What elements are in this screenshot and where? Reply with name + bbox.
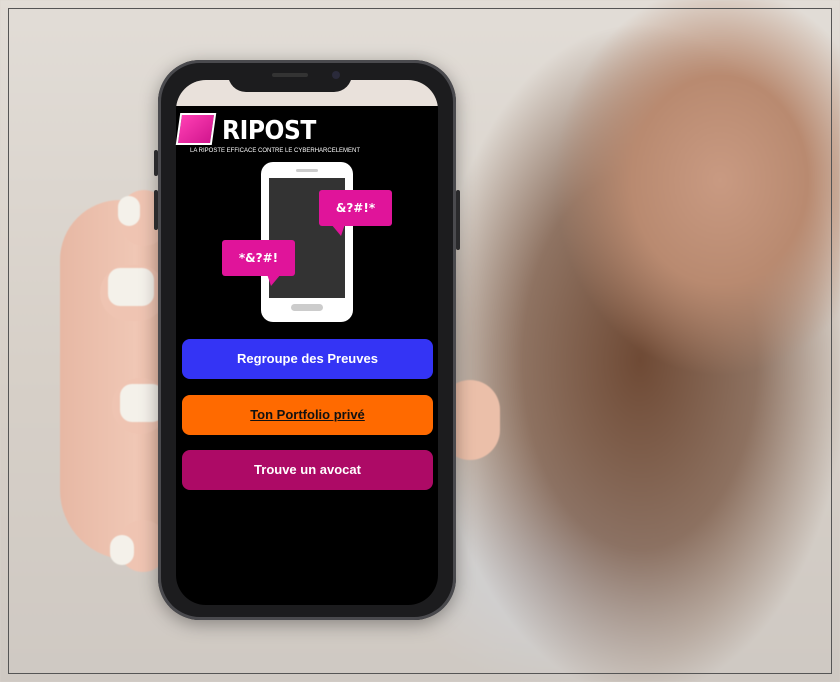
gather-evidence-button[interactable]: Regroupe des Preuves: [182, 339, 433, 379]
earpiece-speaker: [272, 73, 308, 77]
speech-bubble-left: *&?#!: [222, 240, 295, 286]
front-camera: [332, 71, 340, 79]
find-lawyer-button[interactable]: Trouve un avocat: [182, 450, 433, 490]
app-tagline: LA RIPOSTE EFFICACE CONTRE LE CYBERHARCE…: [190, 148, 361, 154]
illustration-home-button: [291, 304, 323, 311]
fingernail: [110, 535, 134, 565]
volume-button: [154, 190, 158, 230]
fingernail: [118, 196, 140, 226]
illustration-speaker: [296, 169, 318, 172]
ripost-logo-icon: [175, 113, 217, 145]
volume-button: [154, 150, 158, 176]
app-title: RIPOST: [222, 116, 316, 146]
speech-bubble-right: &?#!*: [319, 190, 392, 236]
power-button: [456, 190, 460, 250]
private-portfolio-button[interactable]: Ton Portfolio privé: [182, 395, 433, 435]
fingernail: [108, 268, 154, 306]
